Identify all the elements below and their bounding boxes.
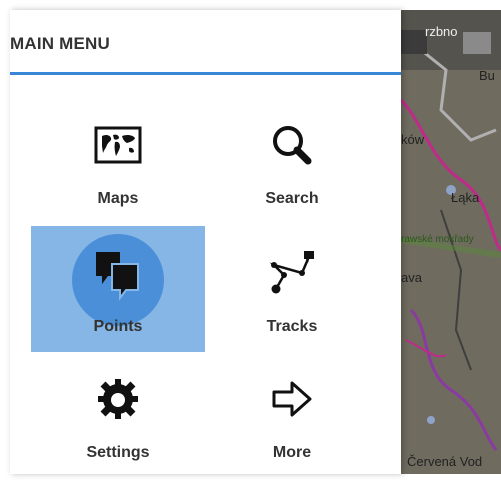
arrow-right-icon (205, 372, 379, 426)
menu-item-label: Settings (86, 444, 150, 461)
map-label: ava (401, 270, 422, 285)
track-path-icon (205, 246, 379, 300)
main-menu-drawer: MAIN MENU Maps Search Points Tracks Sett… (10, 10, 401, 474)
map-label: rzbno (425, 24, 458, 39)
menu-item-label: Maps (97, 190, 139, 207)
magnifier-icon (205, 118, 379, 172)
menu-title: MAIN MENU (10, 34, 111, 53)
menu-item-label: Search (265, 190, 319, 207)
menu-item-label: Points (93, 318, 143, 335)
menu-item-label: Tracks (266, 318, 318, 335)
gear-icon (31, 372, 205, 426)
map-label: ków (401, 132, 425, 147)
menu-item-points[interactable]: Points (31, 226, 205, 352)
menu-item-more[interactable]: More (205, 352, 379, 478)
map-view[interactable]: rzbno Bu ków Łąka rawské mokřady ava Čer… (401, 10, 501, 474)
menu-item-search[interactable]: Search (205, 98, 379, 224)
map-label: rawské mokřady (401, 234, 474, 245)
title-divider (10, 72, 401, 75)
menu-item-tracks[interactable]: Tracks (205, 226, 379, 352)
world-map-icon (31, 118, 205, 172)
menu-item-settings[interactable]: Settings (31, 352, 205, 478)
screen: rzbno Bu ków Łąka rawské mokřady ava Čer… (0, 0, 501, 484)
menu-item-maps[interactable]: Maps (31, 98, 205, 224)
map-label: Bu (479, 68, 495, 83)
map-label: Červená Vod (407, 454, 483, 469)
map-label: Łąka (451, 190, 480, 205)
menu-item-label: More (272, 444, 312, 461)
points-bubbles-icon (31, 248, 205, 302)
